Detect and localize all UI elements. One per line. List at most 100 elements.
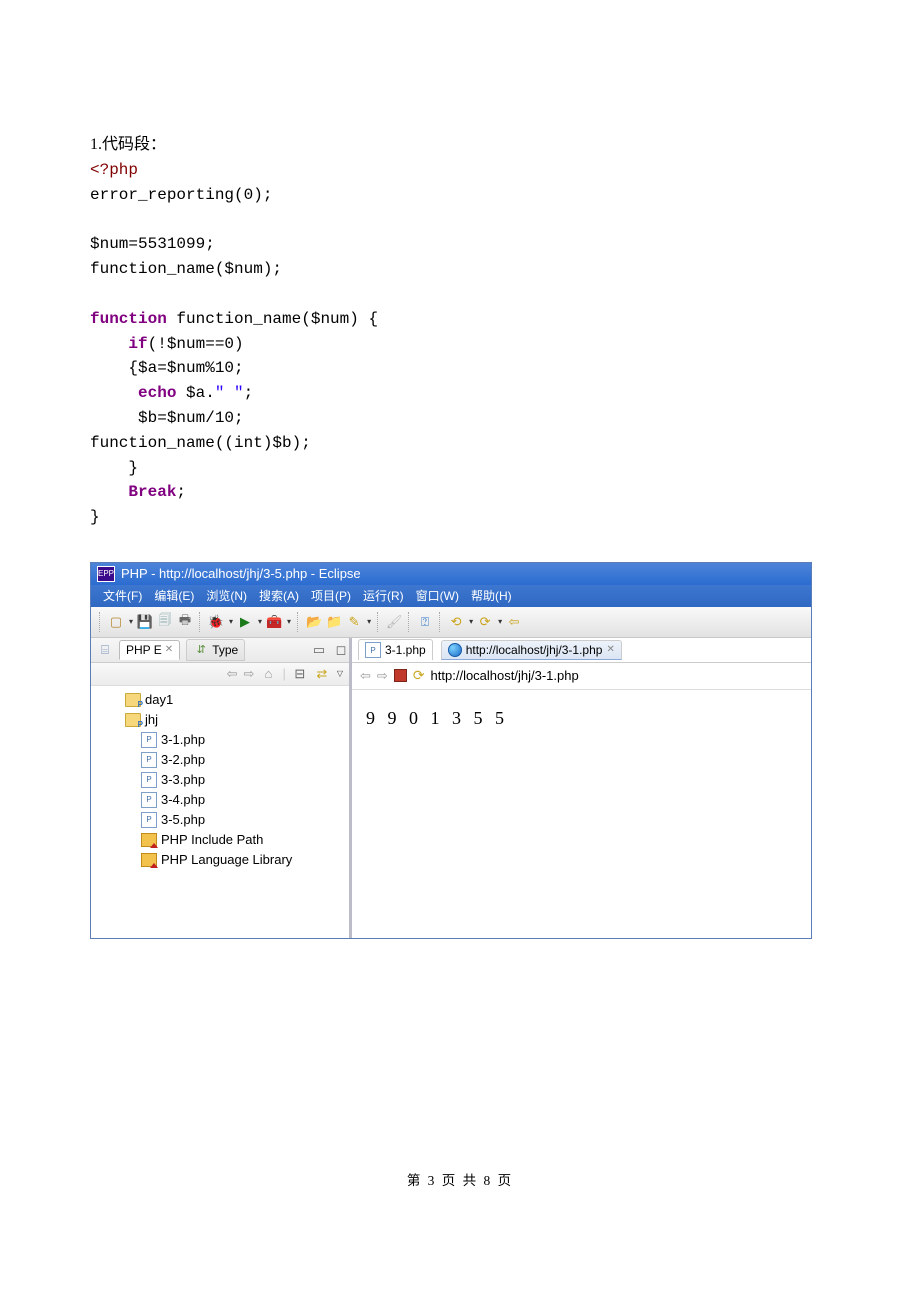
php-explorer-view: ⌸ PHP E ✕ ⇵ Type ▭ ◻ ⇦ ⇨ ⌂	[91, 638, 352, 938]
tab-label: PHP E	[126, 643, 162, 657]
menu-file[interactable]: 文件(F)	[97, 587, 148, 604]
collapse-all-icon[interactable]: ⊟	[292, 666, 308, 682]
new-icon[interactable]: ▢	[108, 614, 124, 630]
php-explorer-icon: ⌸	[97, 642, 113, 658]
menu-edit[interactable]: 编辑(E)	[148, 587, 200, 604]
menu-window[interactable]: 窗口(W)	[410, 587, 465, 604]
toolbar-separator	[408, 612, 411, 632]
back-icon[interactable]: ⇦	[227, 666, 238, 682]
external-tools-icon[interactable]: 🧰	[266, 614, 282, 630]
php-file-icon: P	[141, 792, 157, 808]
code-line: $num=5531099;	[90, 235, 215, 253]
browser-output: 9 9 0 1 3 5 5	[352, 690, 811, 747]
code-snippet: <?php error_reporting(0); $num=5531099; …	[90, 158, 830, 530]
search-icon[interactable]: ✎	[346, 614, 362, 630]
menu-run[interactable]: 运行(R)	[357, 587, 410, 604]
nav-forward-icon[interactable]: ⟳	[477, 614, 493, 630]
tree-file[interactable]: P 3-4.php	[97, 790, 345, 810]
tree-folder-day1[interactable]: day1	[97, 690, 345, 710]
editor-tab-file[interactable]: P 3-1.php	[358, 639, 433, 660]
link-icon[interactable]: ⇄	[314, 666, 330, 682]
tree-file[interactable]: P 3-5.php	[97, 810, 345, 830]
tree-label: 3-5.php	[161, 812, 205, 827]
toolbar-separator	[377, 612, 380, 632]
code-line: }	[90, 508, 100, 526]
home-icon[interactable]: ⌂	[260, 666, 276, 682]
tab-type-hierarchy[interactable]: ⇵ Type	[186, 639, 245, 661]
address-text[interactable]: http://localhost/jhj/3-1.php	[431, 668, 579, 683]
tab-php-explorer[interactable]: PHP E ✕	[119, 640, 180, 660]
php-file-icon: P	[365, 642, 381, 658]
debug-icon[interactable]: 🐞	[208, 614, 224, 630]
print-icon[interactable]: 🖶	[177, 614, 193, 630]
toolbar: ▢ ▾ 💾 🗐 🖶 🐞 ▾ ▶ ▾ 🧰 ▾ 📂 📁 ✎ ▾ 🖌 ⍰ ⟲ ▾ ⟳ ▾ ⇦	[91, 607, 811, 638]
save-icon[interactable]: 💾	[137, 614, 153, 630]
tree-file[interactable]: P 3-3.php	[97, 770, 345, 790]
window-title: PHP - http://localhost/jhj/3-5.php - Ecl…	[121, 566, 361, 581]
close-icon[interactable]: ✕	[165, 644, 173, 655]
editor-tabs: P 3-1.php http://localhost/jhj/3-1.php ✕	[352, 638, 811, 663]
dropdown-icon[interactable]: ▾	[469, 617, 473, 626]
maximize-icon[interactable]: ◻	[333, 642, 349, 658]
section-heading: 1.代码段：	[90, 130, 830, 154]
dropdown-icon[interactable]: ▾	[498, 617, 502, 626]
php-file-icon: P	[141, 752, 157, 768]
code-keyword: if	[90, 335, 148, 353]
toolbar-separator	[297, 612, 300, 632]
dropdown-icon[interactable]: ▾	[229, 617, 233, 626]
menu-project[interactable]: 项目(P)	[305, 587, 357, 604]
library-icon	[141, 853, 157, 867]
view-tabs: ⌸ PHP E ✕ ⇵ Type ▭ ◻	[91, 638, 349, 663]
page-number-footer: 第 3 页 共 8 页	[90, 1169, 830, 1189]
code-line: ;	[244, 384, 254, 402]
dropdown-icon[interactable]: ▾	[287, 617, 291, 626]
menu-help[interactable]: 帮助(H)	[465, 587, 518, 604]
code-string: " "	[215, 384, 244, 402]
paint-icon[interactable]: 🖌	[386, 614, 402, 630]
toolbar-separator	[439, 612, 442, 632]
tree-library[interactable]: PHP Include Path	[97, 830, 345, 850]
view-menu-icon[interactable]: ▽	[337, 669, 343, 678]
tab-label: Type	[212, 643, 238, 657]
tree-file[interactable]: P 3-2.php	[97, 750, 345, 770]
help-icon[interactable]: ⍰	[417, 614, 433, 630]
code-line: (!$num==0)	[148, 335, 244, 353]
dropdown-icon[interactable]: ▾	[258, 617, 262, 626]
stop-icon[interactable]	[394, 669, 407, 682]
folder-icon	[125, 713, 141, 727]
tree-library[interactable]: PHP Language Library	[97, 850, 345, 870]
forward-icon[interactable]: ⇨	[244, 666, 255, 682]
project-tree: day1 jhj P 3-1.php P 3-2.php	[91, 686, 349, 880]
open-task-icon[interactable]: 📁	[326, 614, 342, 630]
dropdown-icon[interactable]: ▾	[367, 617, 371, 626]
minimize-icon[interactable]: ▭	[311, 642, 327, 658]
editor-tab-browser[interactable]: http://localhost/jhj/3-1.php ✕	[441, 640, 622, 660]
nav-up-icon[interactable]: ⇦	[506, 614, 522, 630]
code-line: <?php	[90, 161, 138, 179]
library-icon	[141, 833, 157, 847]
window-titlebar[interactable]: EPP PHP - http://localhost/jhj/3-5.php -…	[91, 563, 811, 585]
tree-file[interactable]: P 3-1.php	[97, 730, 345, 750]
menu-navigate[interactable]: 浏览(N)	[200, 587, 253, 604]
code-line: function_name($num);	[90, 260, 282, 278]
tree-label: 3-1.php	[161, 732, 205, 747]
open-type-icon[interactable]: 📂	[306, 614, 322, 630]
code-line: $a.	[176, 384, 214, 402]
refresh-icon[interactable]: ⟳	[413, 667, 425, 684]
menu-search[interactable]: 搜索(A)	[253, 587, 305, 604]
app-icon: EPP	[97, 566, 115, 582]
workspace: ⌸ PHP E ✕ ⇵ Type ▭ ◻ ⇦ ⇨ ⌂	[91, 638, 811, 938]
dropdown-icon[interactable]: ▾	[129, 617, 133, 626]
nav-back-icon[interactable]: ⟲	[448, 614, 464, 630]
run-icon[interactable]: ▶	[237, 614, 253, 630]
tree-label: PHP Language Library	[161, 852, 292, 867]
close-icon[interactable]: ✕	[606, 644, 614, 655]
folder-icon	[125, 693, 141, 707]
tree-folder-jhj[interactable]: jhj	[97, 710, 345, 730]
forward-icon[interactable]: ⇨	[377, 668, 388, 684]
code-keyword: Break	[90, 483, 176, 501]
toolbar-separator	[99, 612, 102, 632]
back-icon[interactable]: ⇦	[360, 668, 371, 684]
save-all-icon[interactable]: 🗐	[157, 614, 173, 630]
code-line: ;	[176, 483, 186, 501]
